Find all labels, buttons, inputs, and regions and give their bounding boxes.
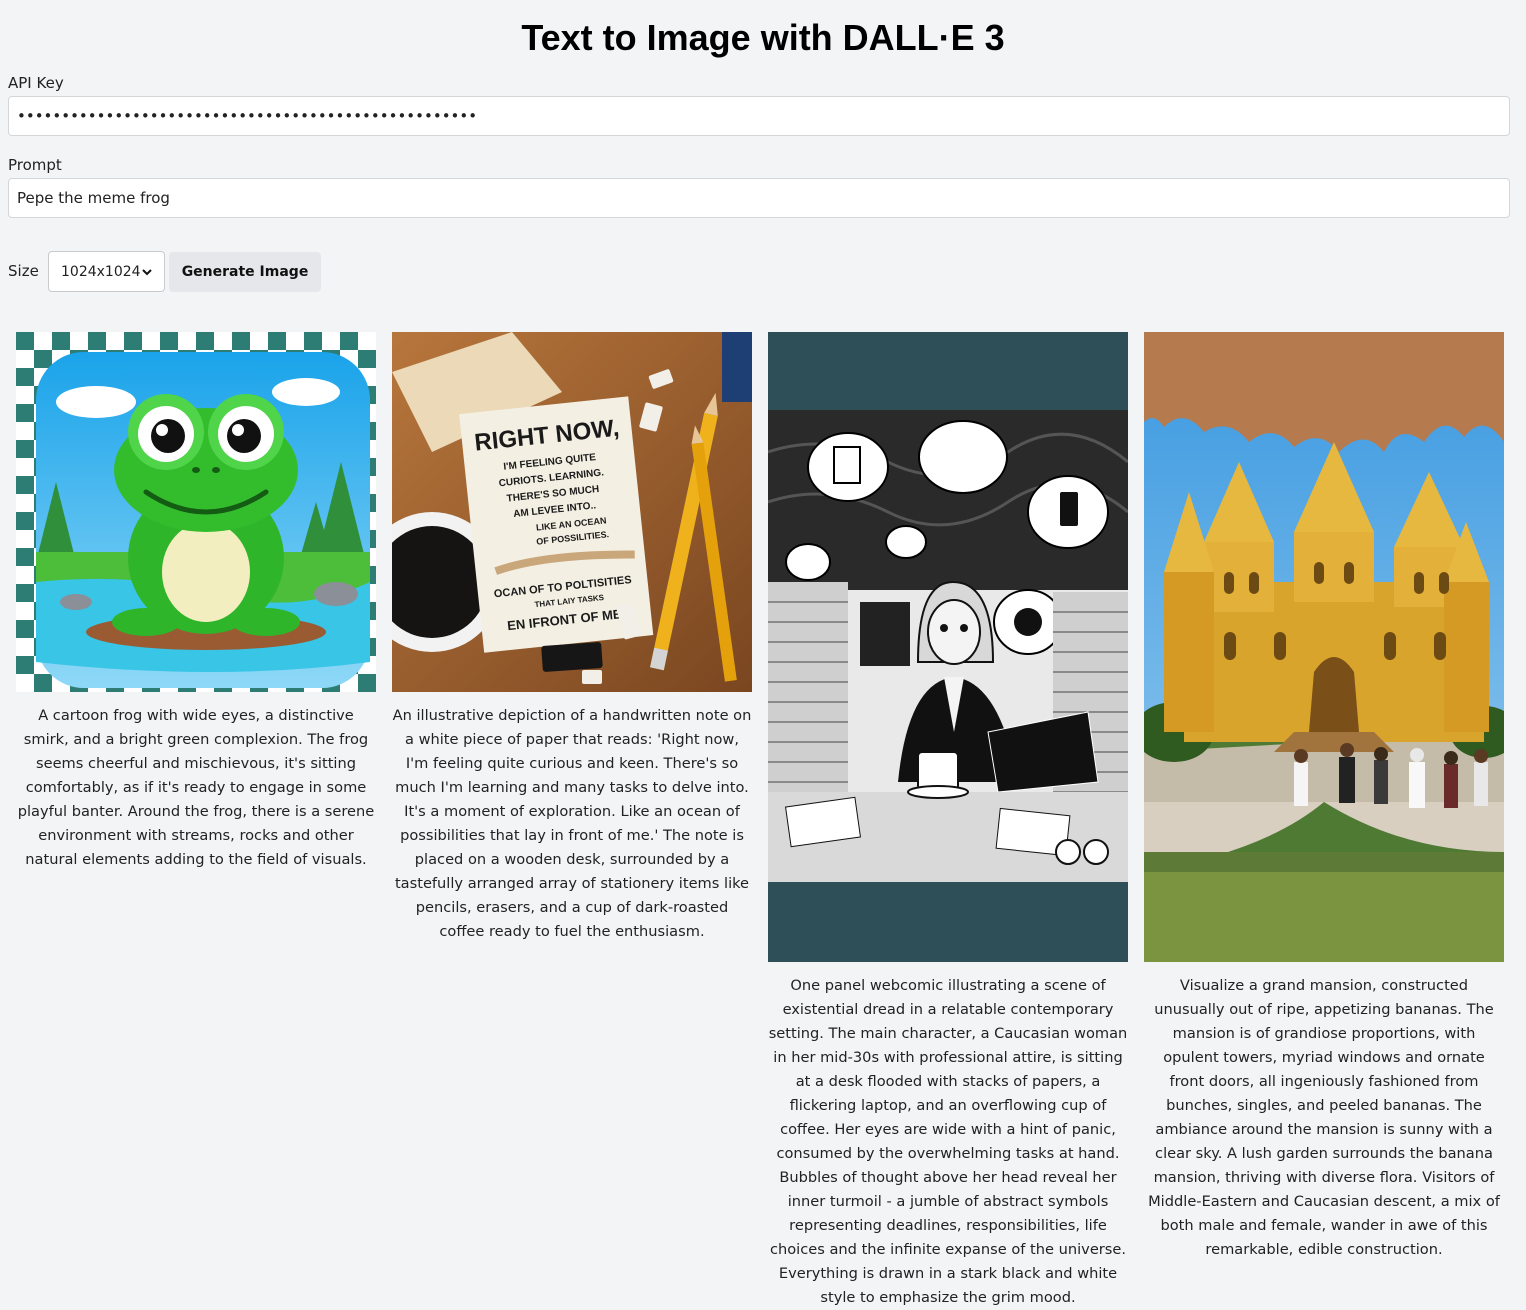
- image-caption: A cartoon frog with wide eyes, a distinc…: [17, 707, 375, 868]
- gallery-item: A cartoon frog with wide eyes, a distinc…: [16, 332, 376, 872]
- generated-image-webcomic[interactable]: [768, 332, 1128, 962]
- size-label: Size: [8, 262, 39, 280]
- size-selected-value: 1024x1024: [61, 263, 141, 280]
- generated-image-frog[interactable]: [16, 332, 376, 692]
- page-title: Text to Image with DALL·E 3: [521, 17, 1005, 58]
- gallery-item: Visualize a grand mansion, constructed u…: [1144, 332, 1504, 1262]
- image-caption: One panel webcomic illustrating a scene …: [768, 977, 1128, 1306]
- image-caption: Visualize a grand mansion, constructed u…: [1148, 977, 1500, 1258]
- generated-image-banana-mansion[interactable]: [1144, 332, 1504, 962]
- api-key-input[interactable]: [8, 96, 1510, 136]
- generate-image-button[interactable]: Generate Image: [169, 252, 321, 292]
- gallery-item: One panel webcomic illustrating a scene …: [768, 332, 1128, 1310]
- prompt-label: Prompt: [8, 156, 62, 174]
- chevron-down-icon: [142, 264, 152, 280]
- api-key-label: API Key: [8, 74, 64, 92]
- prompt-input[interactable]: [8, 178, 1510, 218]
- size-select[interactable]: 1024x1024: [48, 251, 165, 292]
- generated-image-note[interactable]: RIGHT NOW, I'M FEELING QUITE CURIOTS. LE…: [392, 332, 752, 692]
- gallery-item: RIGHT NOW, I'M FEELING QUITE CURIOTS. LE…: [392, 332, 752, 944]
- image-caption: An illustrative depiction of a handwritt…: [392, 707, 752, 940]
